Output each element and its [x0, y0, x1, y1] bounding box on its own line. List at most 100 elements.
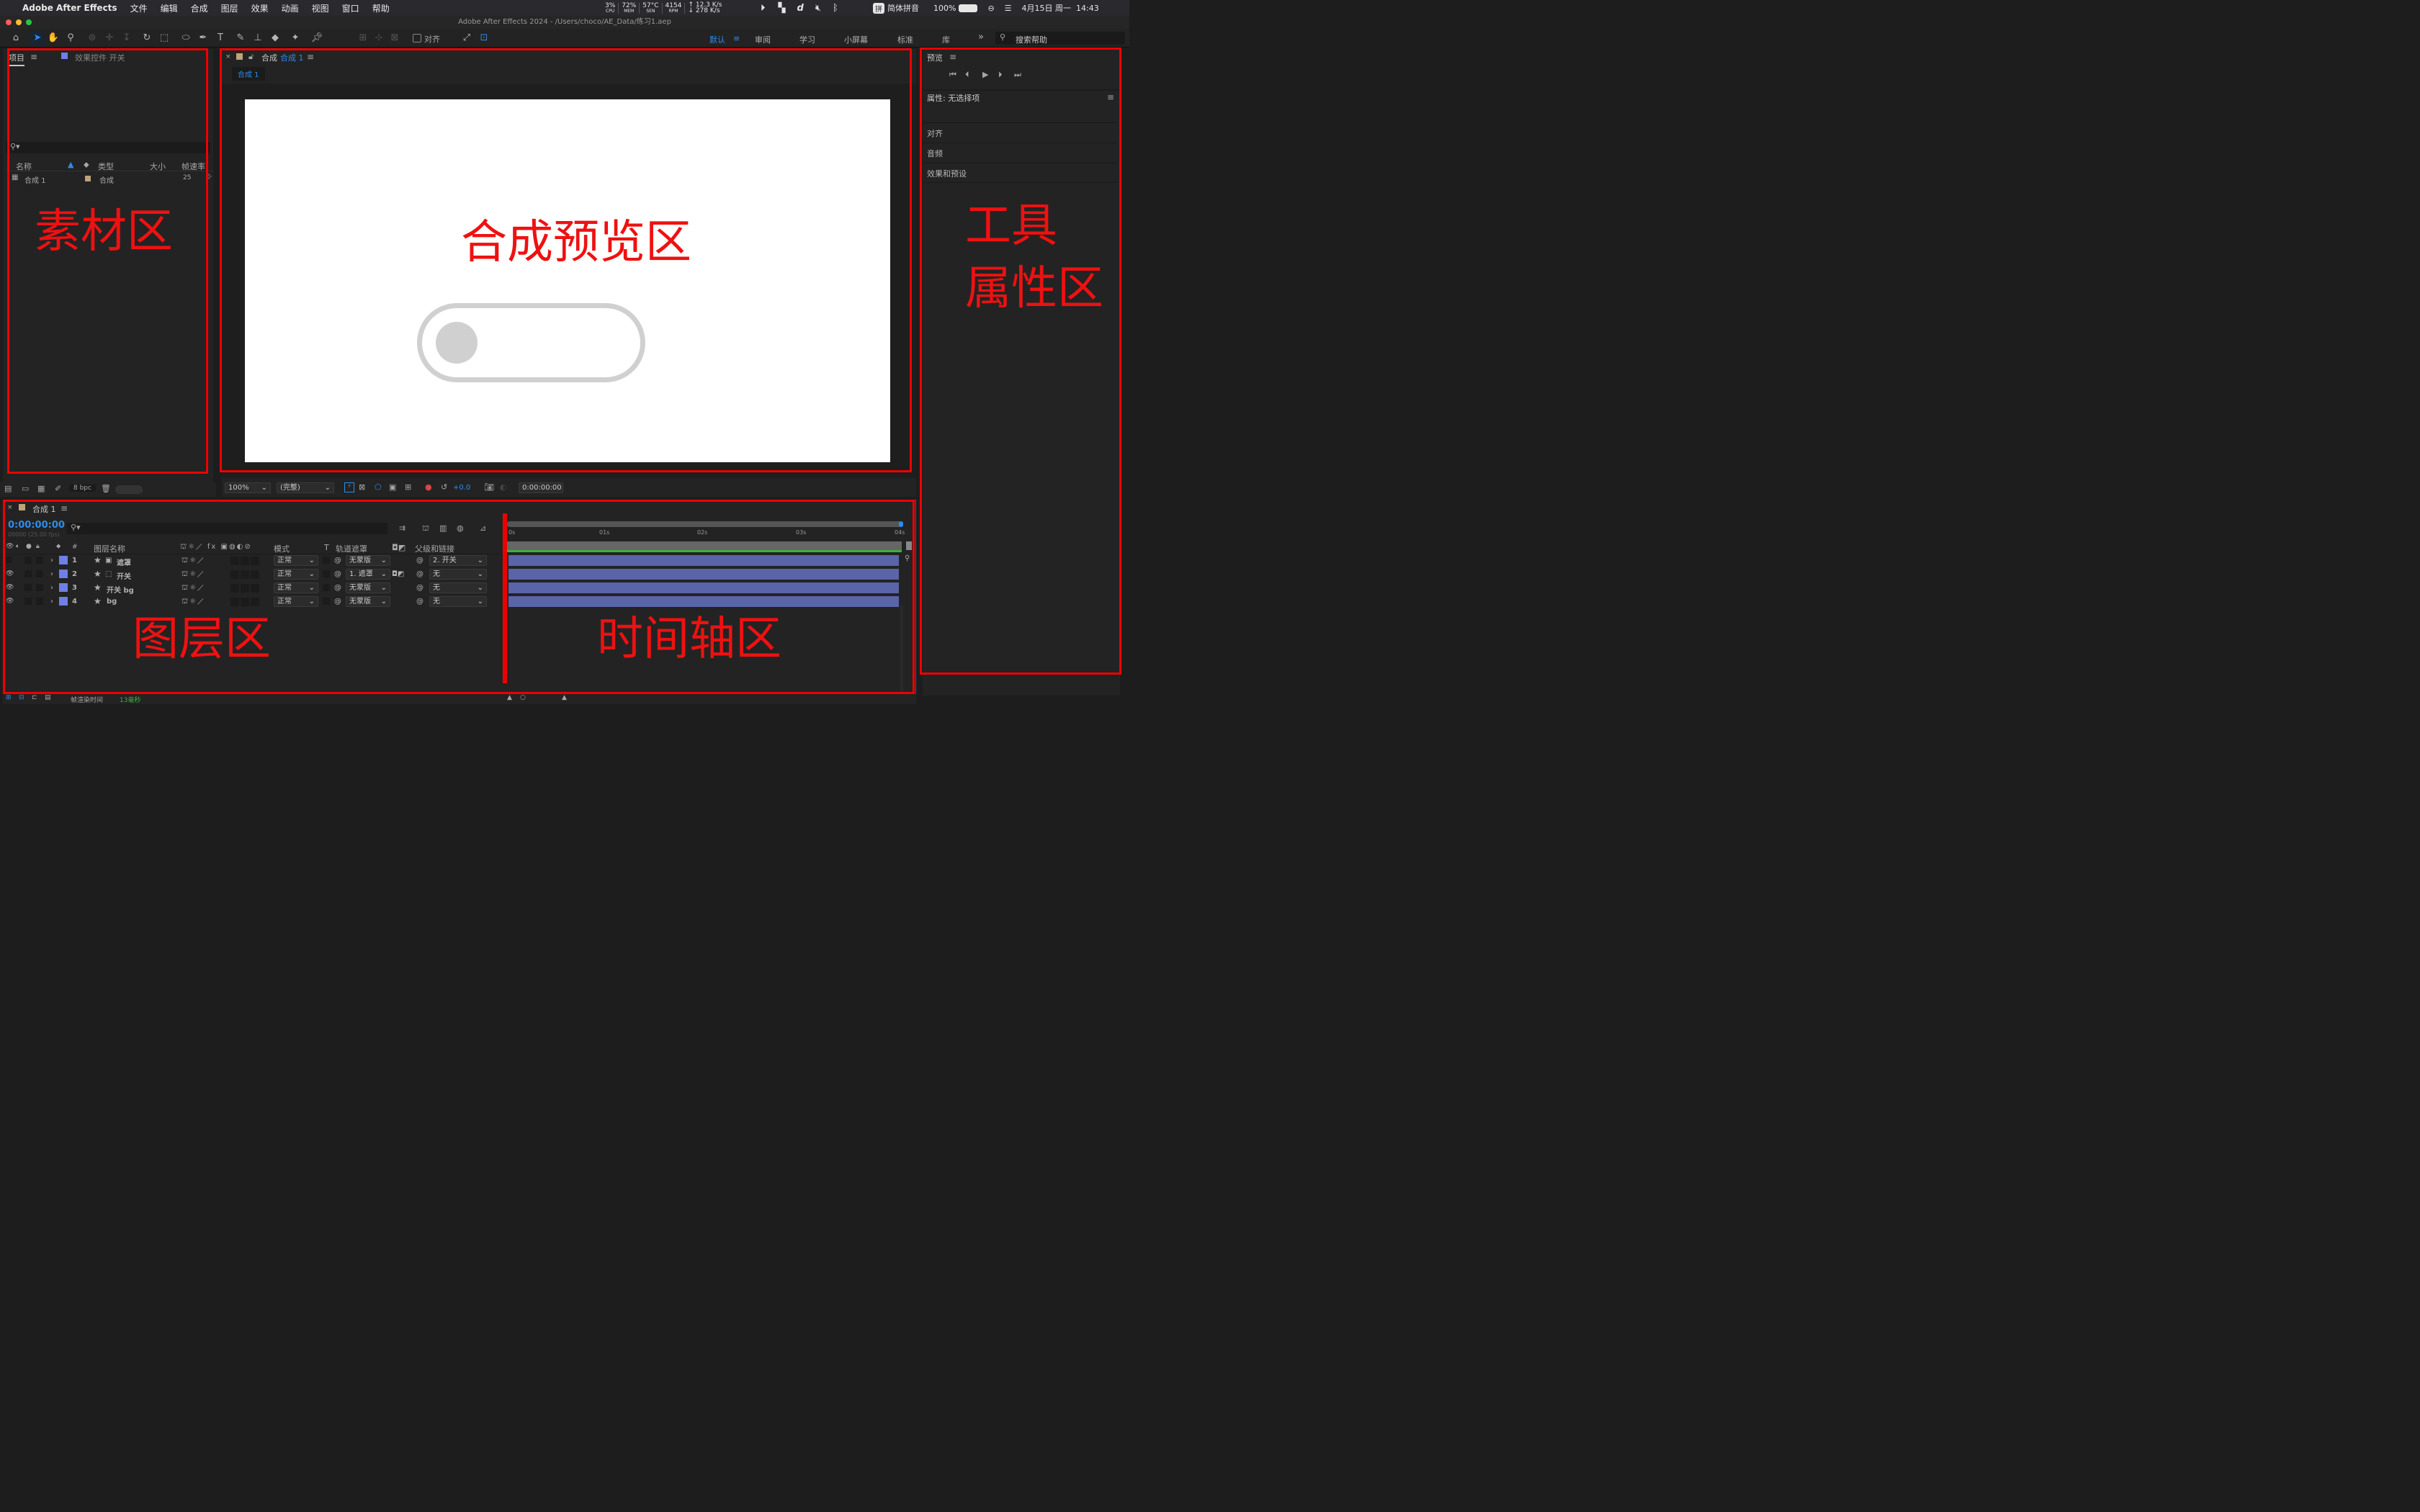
local-axis-icon[interactable]: ⊞ — [356, 31, 370, 45]
column-parent[interactable]: 父级和链接 — [415, 543, 454, 554]
lock-toggle[interactable] — [36, 557, 43, 564]
play-circle-icon[interactable]: ⏵ — [761, 3, 766, 14]
link-icon[interactable]: ⊖ — [987, 4, 994, 13]
label-column-icon[interactable]: ⬥ — [84, 160, 89, 170]
thumbnail-size-slider[interactable] — [115, 485, 143, 494]
pickwhip-icon[interactable]: @ — [334, 598, 341, 606]
panel-menu-icon[interactable]: ≡ — [949, 52, 956, 62]
interpret-footage-icon[interactable]: ▤ — [4, 484, 12, 493]
layer-switches-icons[interactable]: ⛫☼⟋ — [182, 570, 205, 580]
menu-animation[interactable]: 动画 — [275, 2, 305, 14]
lock-column-icon[interactable]: 🔒︎ — [36, 543, 40, 550]
eye-icon[interactable]: 👁︎ — [6, 584, 14, 591]
zoom-in-icon[interactable]: ▲ — [562, 694, 567, 701]
list-item[interactable]: ▦ 合成 1 合成 25 ⊹ — [6, 173, 213, 185]
tab-project[interactable]: 项目 — [9, 52, 24, 66]
layer-name[interactable]: 开关 bg — [107, 584, 134, 595]
column-framerate[interactable]: 帧速率 — [182, 161, 205, 172]
3d-switch[interactable] — [251, 598, 259, 606]
menu-view[interactable]: 视图 — [305, 2, 336, 14]
menu-edit[interactable]: 编辑 — [154, 2, 184, 14]
show-snapshot-icon[interactable]: ◐ — [500, 482, 507, 492]
region-of-interest-icon[interactable]: ▣ — [389, 482, 396, 492]
panel-menu-icon[interactable]: ≡ — [30, 52, 37, 62]
orbit-camera-icon[interactable]: ⊚ — [85, 31, 99, 45]
current-time-field[interactable]: 0:00:00:00 — [519, 482, 563, 493]
table-row[interactable]: 👁︎ › 3 ★ 开关 bg ⛫☼⟋ 正常 ⌄ @ 无蒙版 ⌄ @ 无 ⌄ — [3, 582, 500, 595]
solo-toggle[interactable] — [24, 557, 32, 564]
app-menu[interactable]: Adobe After Effects — [18, 3, 124, 13]
3d-switch[interactable] — [251, 584, 259, 593]
minimize-window-button[interactable] — [16, 19, 22, 25]
layer-switches-icons[interactable]: ⛫☼⟋ — [182, 584, 205, 593]
grid-guides-icon[interactable]: ⊞ — [405, 482, 411, 492]
close-icon[interactable]: × — [7, 504, 13, 511]
pickwhip-icon[interactable]: @ — [334, 557, 341, 564]
eye-icon[interactable]: 👁︎ — [6, 598, 14, 605]
close-icon[interactable]: × — [225, 53, 231, 60]
solo-toggle[interactable] — [24, 598, 32, 605]
menu-window[interactable]: 窗口 — [336, 2, 366, 14]
layer-label-swatch[interactable] — [59, 597, 68, 606]
pickwhip-icon[interactable]: @ — [334, 570, 341, 578]
lock-icon[interactable]: 🔓︎ — [248, 52, 254, 62]
audio-icon[interactable]: 🔈︎ — [16, 543, 19, 550]
lock-toggle[interactable] — [36, 584, 43, 591]
next-frame-icon[interactable]: ⏵ — [998, 70, 1003, 80]
snapshot-icon[interactable]: 📷︎ — [484, 482, 494, 492]
resolution-select[interactable]: (完整) ⌄ — [277, 482, 334, 493]
layer-switches-icons[interactable]: ⛫☼⟋ — [182, 557, 205, 566]
track-matte-select[interactable]: 无蒙版 ⌄ — [346, 582, 390, 593]
menu-effect[interactable]: 效果 — [245, 2, 275, 14]
expand-chevron-icon[interactable]: › — [50, 557, 53, 564]
comp-mini-flowchart-icon[interactable]: ⇉ — [399, 523, 405, 533]
play-icon[interactable]: ▶ — [982, 70, 988, 79]
panel-menu-icon[interactable]: ≡ — [1107, 92, 1114, 102]
blend-mode-select[interactable]: 正常 ⌄ — [274, 582, 318, 593]
motion-blur-switch[interactable] — [230, 584, 239, 593]
menu-composition[interactable]: 合成 — [184, 2, 215, 14]
ime-label[interactable]: 简体拼音 — [887, 2, 919, 14]
zoom-slider-knob[interactable]: ○ — [520, 694, 526, 701]
motion-blur-switch[interactable] — [230, 557, 239, 565]
frame-blending-icon[interactable]: ▥ — [439, 523, 447, 533]
color-channels-icon[interactable]: ● — [425, 482, 432, 492]
control-center-icon[interactable]: ☰ — [1005, 4, 1012, 13]
3d-switch[interactable] — [251, 570, 259, 579]
workspace-learn[interactable]: 学习 — [799, 34, 815, 45]
column-mode[interactable]: 模式 — [274, 543, 290, 554]
adjustment-switch[interactable] — [241, 598, 249, 606]
layer-switches-icons[interactable]: ⛫☼⟋ — [182, 598, 205, 607]
lock-toggle[interactable] — [36, 598, 43, 605]
work-area-bar[interactable] — [507, 521, 902, 527]
expand-chevron-icon[interactable]: › — [50, 584, 53, 592]
panel-menu-icon[interactable]: ≡ — [60, 503, 68, 513]
help-search-input[interactable]: ⚲ 搜索帮助 — [995, 32, 1125, 45]
layer-switches-toggle-icon[interactable]: ⊞ — [6, 694, 12, 701]
sort-asc-icon[interactable]: ▲ — [68, 160, 73, 169]
last-frame-icon[interactable]: ⏭ — [1014, 70, 1021, 80]
reset-exposure-icon[interactable]: ↺ — [441, 482, 447, 492]
layer-label-swatch[interactable] — [59, 583, 68, 592]
trash-icon[interactable]: 🗑︎ — [101, 484, 111, 493]
layer-name[interactable]: 遮罩 — [117, 557, 131, 567]
motion-blur-switch[interactable] — [230, 570, 239, 579]
label-column-icon[interactable]: ⬥ — [56, 543, 60, 550]
clone-stamp-tool-icon[interactable]: ⊥ — [251, 31, 265, 45]
bluetooth-icon[interactable]: ᛒ — [833, 3, 838, 14]
layer-bar-1[interactable] — [508, 555, 899, 566]
zoom-select[interactable]: 100% ⌄ — [225, 482, 271, 493]
parent-pickwhip-icon[interactable]: @ — [416, 557, 424, 564]
adjustment-switch[interactable] — [241, 557, 249, 565]
snap-options-icon[interactable]: ⤢ — [460, 31, 474, 45]
comp-tab-name[interactable]: 合成 1 — [280, 52, 304, 63]
solo-toggle[interactable] — [24, 570, 32, 577]
eye-icon[interactable]: 👁︎ — [6, 543, 14, 550]
zoom-out-icon[interactable]: ▲ — [507, 694, 512, 701]
world-axis-icon[interactable]: ⊹ — [372, 31, 386, 45]
layer-bar-3[interactable] — [508, 582, 899, 593]
eraser-tool-icon[interactable]: ◆ — [268, 31, 282, 45]
parent-select[interactable]: 无 ⌄ — [429, 596, 487, 607]
eye-toggle-empty[interactable] — [6, 557, 12, 563]
solo-toggle[interactable] — [24, 584, 32, 591]
